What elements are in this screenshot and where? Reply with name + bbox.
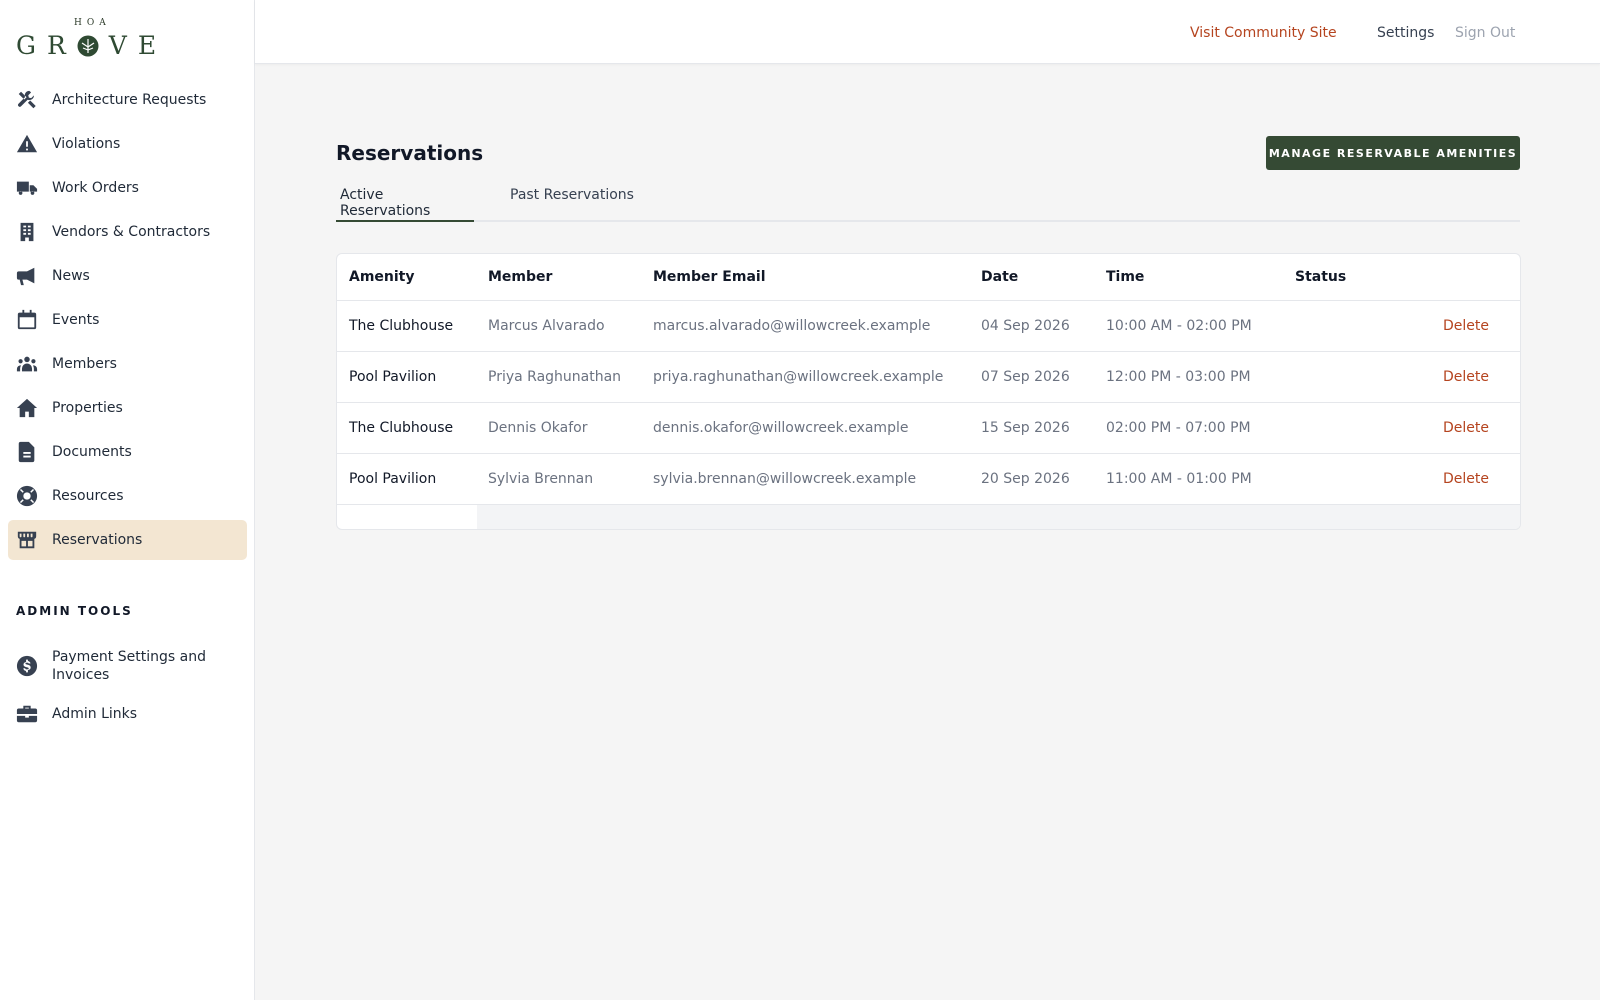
sidebar-item-label: Payment Settings and Invoices — [52, 649, 206, 683]
tab-active-reservations[interactable]: Active Reservations — [336, 187, 474, 222]
column-header-amenity: Amenity — [349, 269, 415, 285]
logo[interactable]: HOA GR VE — [16, 18, 166, 62]
cell-amenity: The Clubhouse — [349, 318, 454, 334]
page-title: Reservations — [336, 141, 484, 165]
table-row: Pool Pavilion Priya Raghunathan priya.ra… — [337, 352, 1520, 403]
top-bar: Visit Community Site Settings Sign Out — [255, 0, 1600, 64]
sidebar-item-architecture-requests[interactable]: Architecture Requests — [8, 80, 247, 120]
delete-reservation-link[interactable]: Delete — [1443, 301, 1489, 351]
truck-icon — [16, 177, 38, 199]
cell-time: 12:00 PM - 03:00 PM — [1106, 369, 1251, 385]
delete-reservation-link[interactable]: Delete — [1443, 454, 1489, 504]
delete-reservation-link[interactable]: Delete — [1443, 403, 1489, 453]
sidebar-item-label: Documents — [52, 444, 132, 460]
sidebar-item-reservations[interactable]: Reservations — [8, 520, 247, 560]
column-header-time: Time — [1106, 269, 1145, 285]
sidebar-item-label: Resources — [52, 488, 124, 504]
users-icon — [16, 353, 38, 375]
cell-date: 15 Sep 2026 — [981, 420, 1070, 436]
admin-tools-heading: ADMIN TOOLS — [16, 604, 133, 618]
sign-out-link[interactable]: Sign Out — [1455, 25, 1515, 41]
building-icon — [16, 221, 38, 243]
cell-time: 02:00 PM - 07:00 PM — [1106, 420, 1251, 436]
sidebar-item-label: Admin Links — [52, 706, 138, 722]
column-header-date: Date — [981, 269, 1019, 285]
cell-date: 04 Sep 2026 — [981, 318, 1070, 334]
tab-past-reservations[interactable]: Past Reservations — [506, 187, 638, 222]
cell-time: 10:00 AM - 02:00 PM — [1106, 318, 1252, 334]
delete-reservation-link[interactable]: Delete — [1443, 352, 1489, 402]
cell-member: Sylvia Brennan — [488, 471, 594, 487]
sidebar-item-label: Violations — [52, 136, 121, 152]
visit-community-site-link[interactable]: Visit Community Site — [1190, 25, 1337, 41]
cell-member: Priya Raghunathan — [488, 369, 622, 385]
cell-date: 07 Sep 2026 — [981, 369, 1070, 385]
lifebuoy-icon — [16, 485, 38, 507]
sidebar-item-label: Members — [52, 356, 117, 372]
cell-member-email: marcus.alvarado@willowcreek.example — [653, 318, 931, 334]
sidebar-item-label: Properties — [52, 400, 123, 416]
sidebar-item-vendors[interactable]: Vendors & Contractors — [8, 212, 247, 252]
document-icon — [16, 441, 38, 463]
sidebar-item-payment-settings[interactable]: Payment Settings and Invoices — [8, 644, 247, 688]
cell-amenity: The Clubhouse — [349, 420, 454, 436]
sidebar-nav: Architecture Requests Violations Work Or… — [8, 80, 247, 564]
sidebar-item-members[interactable]: Members — [8, 344, 247, 384]
table-row: The Clubhouse Marcus Alvarado marcus.alv… — [337, 301, 1520, 352]
column-header-member: Member — [488, 269, 553, 285]
logo-word-left: GR — [16, 31, 77, 60]
cell-member-email: priya.raghunathan@willowcreek.example — [653, 369, 944, 385]
briefcase-icon — [16, 703, 38, 725]
logo-wordmark: GR VE — [16, 31, 167, 60]
sidebar-item-admin-links[interactable]: Admin Links — [8, 700, 247, 728]
logo-word-right: VE — [108, 31, 168, 60]
sidebar-item-properties[interactable]: Properties — [8, 388, 247, 428]
sidebar-item-label: Work Orders — [52, 180, 139, 196]
cell-amenity: Pool Pavilion — [349, 471, 437, 487]
cell-member: Marcus Alvarado — [488, 318, 605, 334]
table-footer — [477, 505, 1520, 529]
store-icon — [16, 529, 38, 551]
sidebar-item-resources[interactable]: Resources — [8, 476, 247, 516]
sidebar-item-label: News — [52, 268, 90, 284]
sidebar: HOA GR VE Architecture Requests Violation… — [0, 0, 255, 1000]
table-row: Pool Pavilion Sylvia Brennan sylvia.bren… — [337, 454, 1520, 505]
cell-member-email: dennis.okafor@willowcreek.example — [653, 420, 909, 436]
cell-time: 11:00 AM - 01:00 PM — [1106, 471, 1252, 487]
sidebar-item-label: Reservations — [52, 532, 143, 548]
tree-emblem-icon — [77, 35, 99, 57]
warning-icon — [16, 133, 38, 155]
reservations-table: Amenity Member Member Email Date Time St… — [336, 253, 1521, 530]
column-header-status: Status — [1295, 269, 1347, 285]
sidebar-item-news[interactable]: News — [8, 256, 247, 296]
cell-member-email: sylvia.brennan@willowcreek.example — [653, 471, 917, 487]
sidebar-item-work-orders[interactable]: Work Orders — [8, 168, 247, 208]
tools-icon — [16, 89, 38, 111]
sidebar-item-violations[interactable]: Violations — [8, 124, 247, 164]
table-header-row: Amenity Member Member Email Date Time St… — [337, 254, 1520, 301]
logo-hoa-text: HOA — [74, 18, 111, 28]
sidebar-item-documents[interactable]: Documents — [8, 432, 247, 472]
cell-date: 20 Sep 2026 — [981, 471, 1070, 487]
reservation-tabs: Active Reservations Past Reservations — [336, 184, 1520, 222]
calendar-icon — [16, 309, 38, 331]
manage-reservable-amenities-button[interactable]: MANAGE RESERVABLE AMENITIES — [1266, 136, 1520, 170]
cell-amenity: Pool Pavilion — [349, 369, 437, 385]
megaphone-icon — [16, 265, 38, 287]
settings-link[interactable]: Settings — [1377, 25, 1434, 41]
table-row: The Clubhouse Dennis Okafor dennis.okafo… — [337, 403, 1520, 454]
dollar-icon — [16, 655, 38, 677]
column-header-member-email: Member Email — [653, 269, 766, 285]
sidebar-item-label: Architecture Requests — [52, 92, 207, 108]
home-icon — [16, 397, 38, 419]
sidebar-item-label: Events — [52, 312, 100, 328]
sidebar-item-events[interactable]: Events — [8, 300, 247, 340]
admin-nav: Payment Settings and Invoices Admin Link… — [8, 644, 247, 740]
cell-member: Dennis Okafor — [488, 420, 588, 436]
sidebar-item-label: Vendors & Contractors — [52, 224, 211, 240]
